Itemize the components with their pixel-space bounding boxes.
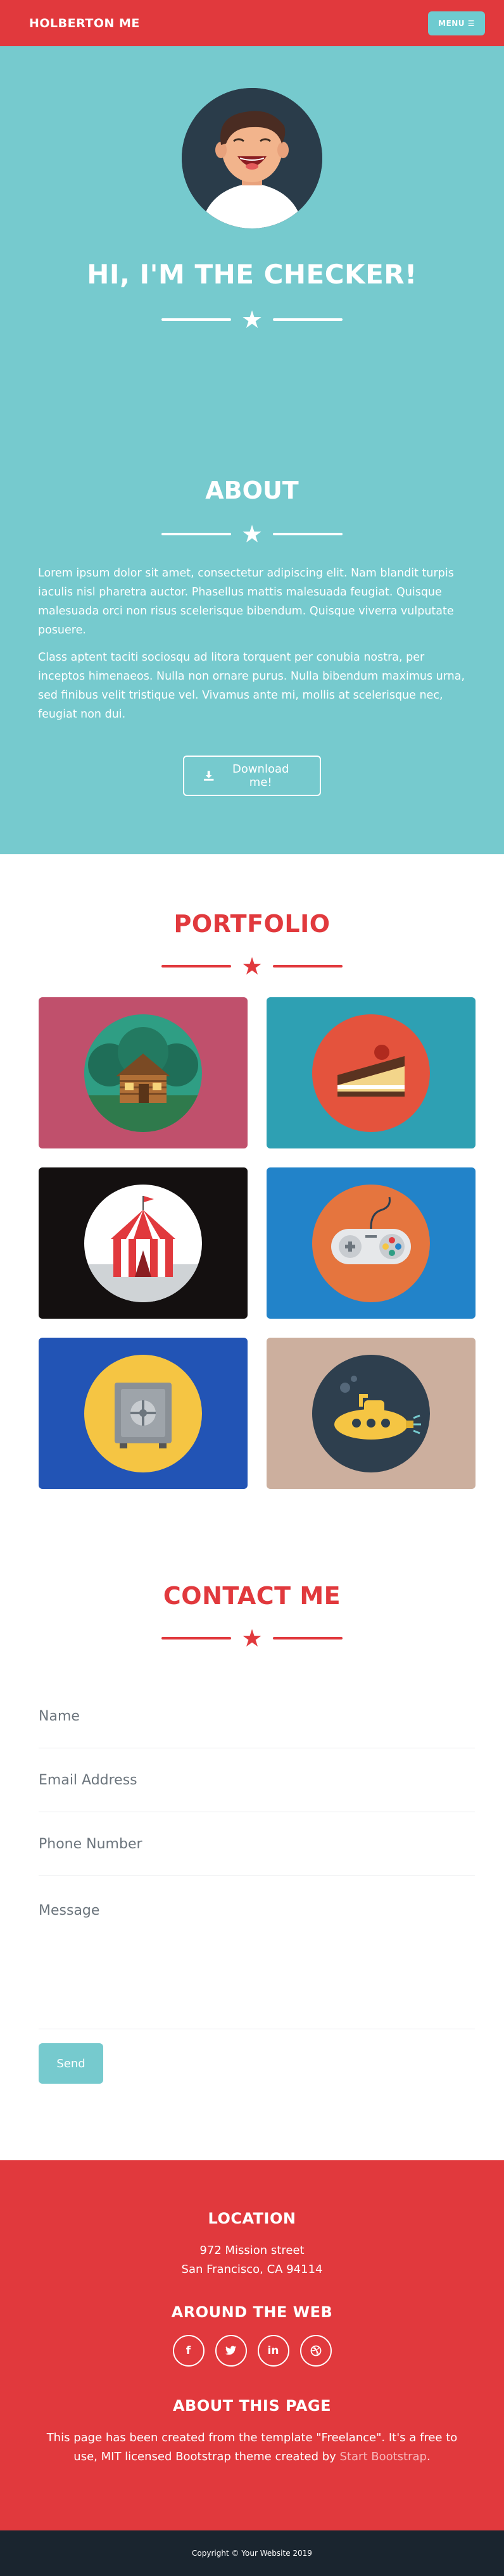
contact-form: Name Email Address Phone Number Message … (0, 1684, 504, 2084)
portfolio-item-cake[interactable] (267, 997, 476, 1148)
circus-tent-icon (84, 1184, 202, 1302)
portfolio-item-circus[interactable] (39, 1167, 248, 1319)
star-divider: ★ (161, 308, 343, 332)
twitter-icon[interactable] (215, 2335, 247, 2367)
message-field[interactable]: Message (39, 1876, 475, 2029)
divider-line (273, 533, 343, 535)
phone-field[interactable]: Phone Number (39, 1812, 475, 1876)
portfolio-item-safe[interactable] (39, 1338, 248, 1489)
copyright-bar: Copyright © Your Website 2019 (0, 2530, 504, 2576)
location-title: LOCATION (208, 2210, 296, 2227)
contact-section: CONTACT ME ★ Name Email Address Phone Nu… (0, 1521, 504, 2160)
star-divider: ★ (0, 1626, 504, 1650)
divider-line (161, 533, 231, 535)
divider-line (161, 965, 231, 968)
name-field[interactable]: Name (39, 1684, 475, 1748)
submarine-icon (312, 1354, 430, 1472)
start-bootstrap-link[interactable]: Start Bootstrap (340, 2450, 427, 2463)
portfolio-item-cabin[interactable] (39, 997, 248, 1148)
navbar: HOLBERTON ME MENU ☰ (0, 0, 504, 46)
portfolio-title: PORTFOLIO (173, 910, 331, 938)
star-divider: ★ (0, 522, 504, 546)
about-title: ABOUT (205, 476, 299, 504)
linkedin-icon[interactable]: in (257, 2335, 289, 2367)
download-icon (203, 771, 214, 781)
about-page-title: ABOUT THIS PAGE (172, 2397, 332, 2415)
masthead: HI, I'M THE CHECKER! ★ (0, 46, 504, 404)
divider-line (161, 1637, 231, 1640)
address-line: 972 Mission street (199, 2244, 305, 2257)
game-controller-icon (312, 1184, 430, 1302)
portfolio-item-submarine[interactable] (267, 1338, 476, 1489)
about-page-text: This page has been created from the temp… (0, 2429, 504, 2467)
star-icon: ★ (241, 520, 263, 548)
about-section: ABOUT ★ Lorem ipsum dolor sit amet, cons… (0, 404, 504, 854)
about-paragraph: Lorem ipsum dolor sit amet, consectetur … (38, 567, 454, 637)
divider-line (273, 318, 343, 321)
divider-line (273, 1637, 343, 1640)
menu-button[interactable]: MENU ☰ (428, 11, 485, 35)
star-divider: ★ (0, 954, 504, 978)
portfolio-section: PORTFOLIO ★ (0, 854, 504, 1521)
around-web-title: AROUND THE WEB (171, 2303, 333, 2321)
address-line: San Francisco, CA 94114 (181, 2263, 323, 2276)
masthead-title: HI, I'M THE CHECKER! (87, 259, 417, 290)
star-icon: ★ (241, 306, 263, 333)
brand-link[interactable]: HOLBERTON ME (29, 16, 140, 30)
cake-icon (312, 1014, 430, 1132)
copyright-text: Copyright © Your Website 2019 (192, 2549, 312, 2558)
divider-line (161, 318, 231, 321)
send-button[interactable]: Send (39, 2043, 103, 2084)
divider-line (273, 965, 343, 968)
cabin-icon (84, 1014, 202, 1132)
social-links: f in (0, 2335, 504, 2367)
download-button[interactable]: Download me! (183, 756, 321, 796)
about-paragraph: Class aptent taciti sociosqu ad litora t… (38, 651, 465, 721)
facebook-icon[interactable]: f (172, 2335, 205, 2367)
about-page-text-part: . (426, 2450, 431, 2463)
dribbble-icon[interactable] (299, 2335, 332, 2367)
avatar (182, 88, 322, 228)
about-text: Lorem ipsum dolor sit amet, consectetur … (0, 564, 504, 724)
star-icon: ★ (241, 1624, 263, 1652)
download-label: Download me! (232, 762, 289, 789)
portfolio-item-game[interactable] (267, 1167, 476, 1319)
portfolio-grid (0, 997, 504, 1489)
email-field[interactable]: Email Address (39, 1748, 475, 1812)
contact-title: CONTACT ME (163, 1582, 341, 1610)
address: 972 Mission street San Francisco, CA 941… (0, 2241, 504, 2279)
footer: LOCATION 972 Mission street San Francisc… (0, 2160, 504, 2530)
star-icon: ★ (241, 952, 263, 980)
safe-icon (84, 1354, 202, 1472)
